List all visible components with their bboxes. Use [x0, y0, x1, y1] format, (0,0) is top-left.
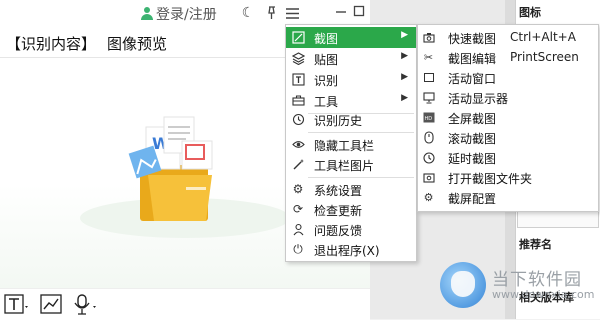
- menu-item-recognition-history[interactable]: 识别历史: [286, 109, 416, 130]
- submenu-item-active-monitor[interactable]: 活动显示器: [418, 88, 598, 108]
- tab-recognized-content[interactable]: 【识别内容】: [1, 33, 101, 60]
- menu-item-check-update[interactable]: ⟳ 检查更新: [286, 199, 416, 220]
- submenu-arrow-icon: ▶: [401, 30, 408, 40]
- submenu-item-open-screenshot-folder[interactable]: 打开截图文件夹: [418, 168, 598, 188]
- watermark-logo: [440, 262, 486, 308]
- menu-item-feedback[interactable]: 问题反馈: [286, 219, 416, 240]
- submenu-item-screenshot-edit[interactable]: ✂ 截图编辑 PrintScreen: [418, 48, 598, 68]
- window-icon: [422, 71, 435, 84]
- watermark-url: www.downxia.com: [492, 288, 595, 301]
- menu-item-exit[interactable]: ⏻ 退出程序(X): [286, 239, 416, 260]
- watermark-brand: 当下软件园: [492, 270, 582, 290]
- monitor-icon: [422, 91, 435, 104]
- watermark: 当下软件园 www.downxia.com: [440, 262, 600, 319]
- menu-item-tools[interactable]: 工具 ▶: [286, 90, 416, 111]
- folder-camera-icon: [422, 171, 435, 184]
- layers-icon: [291, 51, 305, 65]
- main-menu: 截图 ▶ 贴图 ▶ 识别 ▶ 工具 ▶ 识别历史 隐藏工具栏 工具栏图片 ⚙ 系…: [285, 24, 417, 262]
- background-panel-title: 图标: [519, 6, 541, 19]
- menu-separator: [308, 177, 414, 178]
- microphone-icon[interactable]: [72, 294, 100, 315]
- submenu-arrow-icon: ▶: [401, 72, 408, 82]
- submenu-item-screenshot-config[interactable]: ⚙ 截屏配置: [418, 188, 598, 208]
- pin-icon[interactable]: [263, 5, 279, 21]
- eye-icon: [291, 137, 305, 151]
- settings-icon: ⚙: [423, 191, 434, 204]
- bottom-toolbar: [0, 288, 370, 320]
- shortcut-label: PrintScreen: [510, 50, 579, 64]
- maximize-icon[interactable]: [351, 3, 367, 19]
- submenu-item-active-window[interactable]: 活动窗口: [418, 68, 598, 88]
- moon-icon[interactable]: ☾: [240, 5, 256, 21]
- submenu-arrow-icon: ▶: [401, 93, 408, 103]
- fullscreen-icon: HD: [422, 111, 435, 124]
- gear-icon: ⚙: [292, 182, 304, 196]
- menu-item-recognize[interactable]: 识别 ▶: [286, 69, 416, 90]
- empty-folder-illustration: W: [128, 116, 213, 221]
- menu-item-paste-image[interactable]: 贴图 ▶: [286, 48, 416, 69]
- menu-item-screenshot[interactable]: 截图 ▶: [286, 27, 416, 48]
- background-section-recommend: 推荐名: [519, 238, 552, 251]
- menu-icon[interactable]: [284, 5, 300, 21]
- camera-icon: [422, 31, 435, 44]
- minimize-icon[interactable]: [333, 3, 349, 19]
- screenshot-submenu: 快速截图 Ctrl+Alt+A ✂ 截图编辑 PrintScreen 活动窗口 …: [417, 24, 599, 212]
- screenshot-icon: [291, 30, 305, 44]
- text-format-icon[interactable]: [4, 294, 30, 315]
- chart-icon[interactable]: [40, 294, 64, 315]
- history-icon: [291, 112, 305, 126]
- menu-item-system-settings[interactable]: ⚙ 系统设置: [286, 179, 416, 200]
- submenu-item-quick-screenshot[interactable]: 快速截图 Ctrl+Alt+A: [418, 28, 598, 48]
- menu-separator: [308, 132, 414, 133]
- mouse-icon: [422, 131, 435, 144]
- submenu-item-delayed-screenshot[interactable]: 延时截图: [418, 148, 598, 168]
- magic-wand-icon: [291, 157, 305, 171]
- svg-text:HD: HD: [424, 116, 432, 122]
- submenu-item-fullscreen-screenshot[interactable]: HD 全屏截图: [418, 108, 598, 128]
- menu-item-hide-toolbar[interactable]: 隐藏工具栏: [286, 134, 416, 155]
- tab-image-preview[interactable]: 图像预览: [107, 33, 167, 54]
- menu-item-toolbar-image[interactable]: 工具栏图片: [286, 154, 416, 175]
- submenu-item-scroll-screenshot[interactable]: 滚动截图: [418, 128, 598, 148]
- clock-icon: [422, 151, 435, 164]
- text-recognize-icon: [291, 72, 305, 86]
- submenu-arrow-icon: ▶: [401, 51, 408, 61]
- user-icon: [141, 7, 153, 21]
- scissors-icon: ✂: [423, 51, 434, 64]
- feedback-icon: [291, 222, 305, 236]
- shortcut-label: Ctrl+Alt+A: [510, 30, 576, 44]
- login-label: 登录/注册: [156, 7, 217, 23]
- refresh-icon: ⟳: [292, 202, 304, 216]
- login-link[interactable]: 登录/注册: [141, 4, 217, 24]
- power-icon: ⏻: [293, 241, 303, 256]
- toolbox-icon: [291, 93, 305, 107]
